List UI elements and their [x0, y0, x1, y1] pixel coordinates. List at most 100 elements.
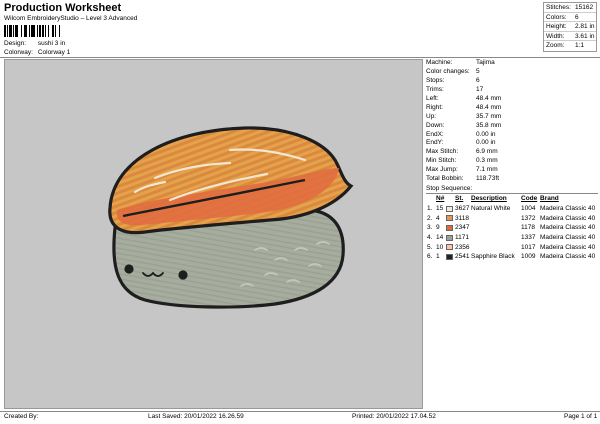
machine-stat-row: Color changes: 5: [426, 68, 596, 77]
summary-row: Colors: 6: [544, 13, 596, 23]
machine-stat-row: Trims: 17: [426, 86, 596, 95]
col-header-brand: Brand: [540, 195, 559, 202]
machine-stat-row: Max Stitch: 6.9 mm: [426, 148, 596, 157]
machine-stat-value: 6: [476, 76, 480, 84]
machine-stat-label: Right:: [426, 103, 443, 111]
summary-label: Height:: [546, 23, 567, 31]
machine-stat-value: 48.4 mm: [476, 103, 502, 111]
needle-number: 10: [436, 243, 444, 251]
design-value: sushi 3 in: [37, 40, 66, 47]
thread-color-swatch: [446, 234, 453, 241]
col-header-n: N#: [436, 195, 445, 202]
machine-stat-row: Up: 35.7 mm: [426, 113, 596, 122]
machine-stat-row: EndX: 0.00 in: [426, 131, 596, 140]
stop-sequence-rows: 1. 15 3627 Natural White 1004 Madeira Classic…: [426, 204, 598, 262]
machine-stats-table: Machine: Tajima Color changes: 5 Stops: 6 Trim…: [426, 59, 596, 184]
stitch-count: 1171: [455, 234, 469, 242]
summary-value: 2.81 in: [575, 23, 595, 31]
col-header-description: Description: [471, 195, 507, 202]
machine-stat-label: Up:: [426, 112, 437, 120]
machine-stat-label: Min Stitch:: [426, 157, 457, 165]
machine-stat-value: Tajima: [476, 59, 495, 66]
printed-date: Printed: 20/01/2022 17.04.52: [352, 413, 436, 420]
design-label: Design:: [4, 40, 27, 47]
stop-number: 3.: [427, 224, 433, 232]
machine-stat-label: Total Bobbin:: [426, 175, 464, 183]
stitch-count: 2541: [455, 253, 470, 261]
col-header-code: Code: [521, 195, 538, 202]
summary-label: Stitches:: [546, 4, 571, 11]
footer-divider: [0, 411, 600, 412]
thread-code: 1004: [521, 205, 536, 212]
machine-stat-label: Max Jump:: [426, 166, 458, 174]
stop-sequence-divider: [426, 193, 598, 194]
summary-row: Zoom: 1:1: [544, 41, 596, 51]
machine-stat-label: EndY:: [426, 139, 444, 147]
machine-stat-row: Min Stitch: 0.3 mm: [426, 157, 596, 166]
colorway-label: Colorway:: [4, 49, 33, 56]
thread-color-swatch: [446, 225, 453, 232]
thread-brand: Madeira Classic 40: [540, 253, 596, 261]
created-by: Created By:: [4, 413, 39, 420]
stop-sequence-header: N# St. Description Code Brand: [426, 195, 598, 203]
thread-code: 1372: [521, 214, 536, 222]
machine-stat-label: Trims:: [426, 85, 444, 93]
left-eye: [124, 264, 134, 274]
machine-stat-value: 17: [476, 85, 484, 93]
summary-value: 1:1: [575, 42, 585, 50]
stop-number: 1.: [427, 205, 433, 212]
machine-stat-value: 118.73ft: [476, 175, 500, 183]
stop-number: 6.: [427, 253, 433, 261]
machine-stat-label: Max Stitch:: [426, 148, 459, 156]
machine-stat-row: Stops: 6: [426, 77, 596, 86]
machine-stat-value: 0.00 in: [476, 139, 496, 147]
stop-sequence-title: Stop Sequence:: [426, 185, 473, 192]
machine-stat-label: Color changes:: [426, 67, 470, 75]
thread-brand: Madeira Classic 40: [540, 243, 596, 251]
machine-stat-label: Machine:: [426, 59, 453, 66]
needle-number: 1: [436, 253, 440, 261]
stop-sequence-row: 3. 9 2347 1178 Madeira Classic 40: [426, 223, 598, 233]
machine-stat-value: 5: [476, 67, 480, 75]
summary-row: Width: 3.61 in: [544, 32, 596, 42]
summary-value: 15162: [575, 4, 594, 11]
machine-stat-value: 6.9 mm: [476, 148, 498, 156]
thread-color-swatch: [446, 215, 453, 222]
needle-number: 15: [436, 205, 444, 212]
stitch-count: 3118: [455, 214, 469, 222]
thread-color-swatch: [446, 205, 453, 212]
barcode: [4, 25, 88, 37]
thread-color-swatch: [446, 244, 453, 251]
summary-box: Stitches: 15162 Colors: 6 Height: 2.81 in W…: [543, 2, 597, 52]
stop-sequence-row: 6. 1 2541 Sapphire Black 1009 Madeira Classic…: [426, 252, 598, 262]
summary-label: Width:: [546, 32, 565, 40]
colorway-value: Colorway 1: [37, 49, 71, 56]
summary-value: 6: [575, 13, 579, 21]
thread-description: Sapphire Black: [471, 253, 515, 261]
stop-sequence-row: 2. 4 3118 1372 Madeira Classic 40: [426, 214, 598, 224]
page-number: Page 1 of 1: [564, 413, 598, 420]
needle-number: 9: [436, 224, 440, 232]
page-title: Production Worksheet: [4, 2, 122, 14]
thread-code: 1009: [521, 253, 536, 261]
machine-stat-row: Max Jump: 7.1 mm: [426, 166, 596, 175]
design-preview-canvas: [4, 59, 423, 409]
machine-stat-row: Right: 48.4 mm: [426, 104, 596, 113]
needle-number: 4: [436, 214, 440, 222]
thread-code: 1337: [521, 234, 536, 242]
thread-description: Natural White: [471, 205, 511, 212]
machine-stat-row: Machine: Tajima: [426, 59, 596, 68]
summary-label: Colors:: [546, 13, 567, 21]
machine-stat-value: 48.4 mm: [476, 94, 502, 102]
thread-brand: Madeira Classic 40: [540, 205, 596, 212]
thread-brand: Madeira Classic 40: [540, 224, 596, 232]
needle-number: 14: [436, 234, 444, 242]
summary-row: Stitches: 15162: [544, 3, 596, 13]
colorway-row: Colorway: Colorway 1: [4, 49, 70, 56]
machine-stat-label: Down:: [426, 121, 445, 129]
right-eye: [178, 270, 188, 280]
machine-stat-row: Left: 48.4 mm: [426, 95, 596, 104]
machine-stat-value: 7.1 mm: [476, 166, 498, 174]
thread-code: 1017: [521, 243, 536, 251]
stitch-count: 2356: [455, 243, 470, 251]
